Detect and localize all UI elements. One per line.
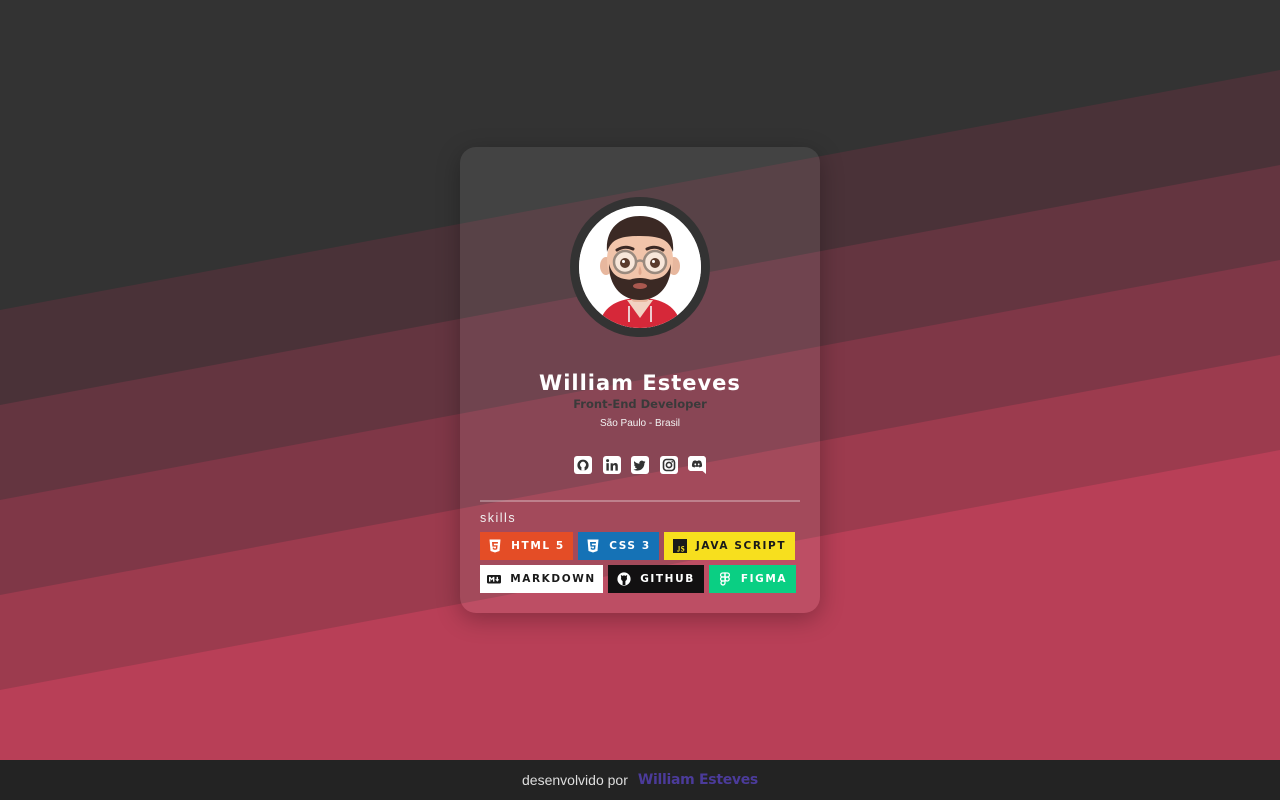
skill-label: CSS 3: [609, 540, 651, 552]
github-icon: [574, 456, 592, 474]
twitter-icon: [631, 456, 649, 474]
footer-text: desenvolvido por: [522, 772, 628, 788]
profile-card: William Esteves Front-End Developer São …: [460, 147, 820, 613]
linkedin-icon: [602, 456, 621, 474]
footer: desenvolvido por William Esteves: [0, 760, 1280, 800]
avatar-illustration: [579, 206, 701, 328]
skills-title: skills: [480, 511, 517, 525]
html5-icon: [488, 539, 502, 553]
skill-badge-github[interactable]: GITHUB: [608, 565, 704, 593]
css3-icon: [586, 539, 600, 553]
skill-label: FIGMA: [740, 573, 788, 585]
profile-role: Front-End Developer: [573, 397, 707, 411]
instagram-link[interactable]: [659, 456, 678, 474]
github-link[interactable]: [574, 456, 592, 474]
github-icon: [617, 572, 631, 586]
twitter-link[interactable]: [631, 456, 649, 474]
skill-label: GITHUB: [640, 573, 695, 585]
profile-location: São Paulo - Brasil: [599, 418, 681, 429]
skill-badge-figma[interactable]: FIGMA: [709, 565, 796, 593]
skill-badge-css3[interactable]: CSS 3: [578, 532, 659, 560]
skill-label: JAVA SCRIPT: [695, 540, 787, 552]
avatar: [570, 197, 710, 337]
profile-name: William Esteves: [539, 371, 741, 395]
divider: [480, 500, 800, 502]
instagram-icon: [659, 456, 678, 474]
skill-badge-javascript[interactable]: JAVA SCRIPT: [664, 532, 795, 560]
footer-author-link[interactable]: William Esteves: [638, 772, 758, 788]
skill-badge-markdown[interactable]: MARKDOWN: [480, 565, 603, 593]
javascript-icon: [672, 539, 687, 553]
discord-link[interactable]: [688, 456, 706, 474]
skill-label: HTML 5: [511, 540, 565, 552]
skill-label: MARKDOWN: [510, 573, 596, 585]
social-links: [574, 454, 706, 476]
linkedin-link[interactable]: [602, 456, 621, 474]
discord-icon: [688, 456, 706, 474]
skill-badge-html5[interactable]: HTML 5: [480, 532, 573, 560]
markdown-icon: [487, 572, 502, 586]
figma-icon: [718, 572, 732, 586]
